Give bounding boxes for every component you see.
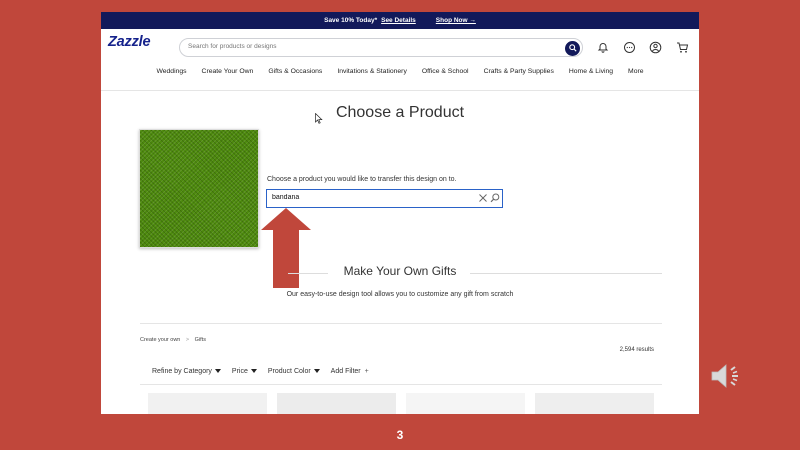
site-header: Zazzle <box>101 29 699 57</box>
content-divider <box>140 323 662 324</box>
speaker-icon[interactable] <box>710 362 744 390</box>
account-button[interactable] <box>647 39 663 55</box>
filter-category[interactable]: Refine by Category <box>152 368 221 375</box>
close-icon[interactable] <box>478 193 488 203</box>
promo-banner: Save 10% Today* See Details Shop Now → <box>101 12 699 29</box>
chevron-down-icon <box>313 369 320 374</box>
chat-button[interactable] <box>621 39 637 55</box>
product-search-field[interactable] <box>266 189 503 208</box>
filter-price[interactable]: Price <box>232 368 257 375</box>
search-icon[interactable] <box>490 193 500 203</box>
slide-page-number: 3 <box>396 428 404 442</box>
breadcrumb-separator: > <box>185 337 190 343</box>
plus-icon: + <box>364 368 369 375</box>
account-icon <box>649 41 661 53</box>
breadcrumb: Create your own > Gifts <box>140 337 206 343</box>
nav-invitations-stationery[interactable]: Invitations & Stationery <box>337 68 407 75</box>
chevron-down-icon <box>214 369 221 374</box>
cart-button[interactable] <box>674 39 690 55</box>
nav-home-living[interactable]: Home & Living <box>569 68 613 75</box>
filter-category-label: Refine by Category <box>152 368 212 375</box>
chat-icon <box>623 41 635 53</box>
section-rule-right <box>470 273 662 274</box>
breadcrumb-current: Gifts <box>194 337 206 343</box>
make-own-subtitle: Our easy-to-use design tool allows you t… <box>286 291 514 298</box>
browser-screenshot: Save 10% Today* See Details Shop Now → Z… <box>101 12 699 414</box>
product-search-input[interactable] <box>272 194 462 201</box>
search-button[interactable] <box>565 40 580 56</box>
see-details-link[interactable]: See Details <box>381 17 416 24</box>
search-icon <box>568 44 577 52</box>
bell-icon <box>597 43 609 53</box>
filter-price-label: Price <box>231 368 248 375</box>
shop-now-link[interactable]: Shop Now → <box>436 17 476 24</box>
breadcrumb-parent[interactable]: Create your own <box>140 337 180 343</box>
cart-icon <box>676 42 688 53</box>
product-card[interactable] <box>148 393 267 414</box>
nav-create-your-own[interactable]: Create Your Own <box>202 68 254 75</box>
make-own-section: Make Your Own Gifts <box>101 264 699 284</box>
filter-color[interactable]: Product Color <box>268 368 320 375</box>
nav-office-school[interactable]: Office & School <box>422 68 469 75</box>
nav-weddings[interactable]: Weddings <box>156 68 186 75</box>
mouse-cursor-icon <box>315 113 323 124</box>
promo-offer: Save 10% Today* <box>324 17 378 24</box>
product-card[interactable] <box>277 393 396 414</box>
filter-divider <box>140 384 662 385</box>
filter-bar: Refine by Category Price Product Color A… <box>152 368 369 375</box>
chevron-down-icon <box>250 369 257 374</box>
page-title: Choose a Product <box>101 104 699 122</box>
filter-add-label: Add Filter <box>330 368 361 375</box>
make-own-title: Make Your Own Gifts <box>343 264 457 278</box>
design-thumbnail <box>139 129 259 248</box>
notifications-button[interactable] <box>595 39 611 55</box>
nav-crafts-party[interactable]: Crafts & Party Supplies <box>484 68 554 75</box>
site-search-bar <box>179 38 583 57</box>
filter-color-label: Product Color <box>267 368 311 375</box>
site-search-input[interactable] <box>188 43 548 50</box>
main-nav: Weddings Create Your Own Gifts & Occasio… <box>101 68 699 75</box>
filter-add[interactable]: Add Filter + <box>331 368 369 375</box>
nav-gifts-occasions[interactable]: Gifts & Occasions <box>268 68 322 75</box>
nav-divider <box>101 90 699 91</box>
product-card[interactable] <box>535 393 654 414</box>
zazzle-logo[interactable]: Zazzle <box>108 34 151 50</box>
product-card[interactable] <box>406 393 525 414</box>
page-title-text: Choose a Product <box>335 104 465 121</box>
nav-more[interactable]: More <box>628 68 644 75</box>
transfer-prompt: Choose a product you would like to trans… <box>267 176 457 183</box>
results-count: 2,594 results <box>619 347 654 353</box>
